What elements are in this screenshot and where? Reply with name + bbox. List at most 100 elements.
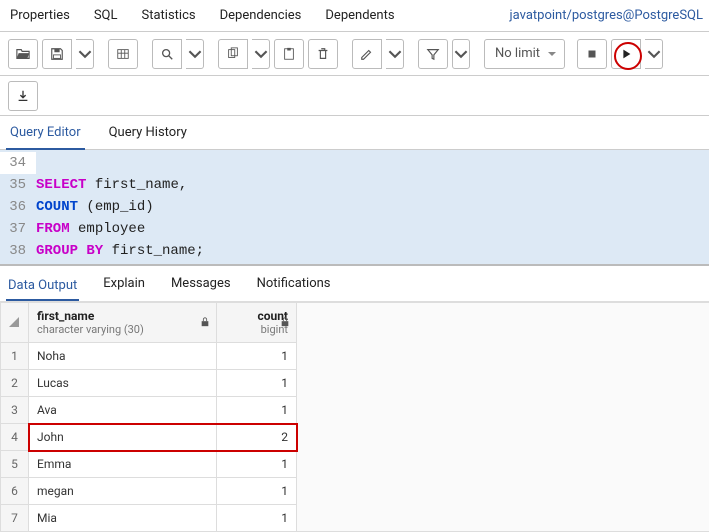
column-name: first_name (37, 309, 208, 323)
search-dropdown[interactable] (186, 39, 204, 69)
tab-messages[interactable]: Messages (169, 270, 233, 297)
tab-data-output[interactable]: Data Output (6, 272, 79, 301)
row-number: 7 (1, 505, 29, 532)
cell-count[interactable]: 1 (217, 397, 297, 424)
tab-dependencies[interactable]: Dependencies (216, 2, 306, 29)
table-row[interactable]: 4John2 (1, 424, 297, 451)
save-button[interactable] (42, 39, 72, 69)
line-number: 37 (0, 218, 36, 240)
row-number: 6 (1, 478, 29, 505)
tab-sql[interactable]: SQL (90, 2, 122, 29)
main-toolbar: No limit (0, 32, 709, 76)
cell-first-name[interactable]: Ava (29, 397, 217, 424)
table-row[interactable]: 7Mia1 (1, 505, 297, 532)
cell-first-name[interactable]: megan (29, 478, 217, 505)
chevron-down-icon (188, 47, 202, 61)
edit-dropdown[interactable] (386, 39, 404, 69)
grid-corner (1, 303, 29, 343)
pencil-icon (360, 47, 374, 61)
line-number: 34 (0, 152, 36, 174)
copy-button[interactable] (218, 39, 248, 69)
folder-open-icon (16, 47, 30, 61)
table-row[interactable]: 2Lucas1 (1, 370, 297, 397)
table-row[interactable]: 1Noha1 (1, 343, 297, 370)
tab-properties[interactable]: Properties (6, 2, 74, 29)
sql-editor[interactable]: 34 35SELECT first_name, 36COUNT (emp_id)… (0, 150, 709, 266)
search-icon (160, 47, 174, 61)
paste-icon (282, 47, 296, 61)
lock-icon (280, 316, 290, 330)
grid-icon (116, 47, 130, 61)
delete-button[interactable] (308, 39, 338, 69)
table-row[interactable]: 6megan1 (1, 478, 297, 505)
cell-count[interactable]: 1 (217, 451, 297, 478)
filter-dropdown[interactable] (452, 39, 470, 69)
limit-select[interactable]: No limit (484, 39, 565, 69)
results-grid: first_name character varying (30) count … (0, 302, 709, 532)
row-number: 4 (1, 424, 29, 451)
panel-tabs: Properties SQL Statistics Dependencies D… (0, 0, 709, 32)
column-name: count (225, 309, 288, 323)
column-header-count[interactable]: count bigint (217, 303, 297, 343)
cell-first-name[interactable]: John (29, 424, 217, 451)
chevron-down-icon (454, 47, 468, 61)
chevron-down-icon (647, 47, 661, 61)
column-type: character varying (30) (37, 323, 208, 336)
tab-explain[interactable]: Explain (101, 270, 147, 297)
execute-dropdown[interactable] (645, 39, 663, 69)
filter-button[interactable] (418, 39, 448, 69)
line-number: 38 (0, 240, 36, 262)
cell-first-name[interactable]: Noha (29, 343, 217, 370)
row-number: 1 (1, 343, 29, 370)
row-number: 5 (1, 451, 29, 478)
line-number: 35 (0, 174, 36, 196)
secondary-toolbar (0, 76, 709, 116)
cell-count[interactable]: 1 (217, 505, 297, 532)
connection-label: javatpoint/postgres@PostgreSQL (510, 8, 703, 23)
trash-icon (316, 47, 330, 61)
result-tabs: Data Output Explain Messages Notificatio… (0, 266, 709, 302)
tab-notifications[interactable]: Notifications (255, 270, 333, 297)
stop-icon (585, 47, 599, 61)
stop-button[interactable] (577, 39, 607, 69)
limit-label: No limit (495, 46, 540, 61)
cell-count[interactable]: 1 (217, 343, 297, 370)
cell-first-name[interactable]: Mia (29, 505, 217, 532)
play-icon (619, 47, 633, 61)
line-number: 36 (0, 196, 36, 218)
copy-icon (226, 47, 240, 61)
edit-button[interactable] (352, 39, 382, 69)
cell-count[interactable]: 2 (217, 424, 297, 451)
row-number: 2 (1, 370, 29, 397)
lock-icon (200, 316, 210, 330)
search-button[interactable] (152, 39, 182, 69)
chevron-down-icon (388, 47, 402, 61)
download-icon (16, 89, 30, 103)
open-file-button[interactable] (8, 39, 38, 69)
tab-statistics[interactable]: Statistics (138, 2, 200, 29)
save-icon (50, 47, 64, 61)
execute-button[interactable] (611, 39, 641, 69)
cell-count[interactable]: 1 (217, 478, 297, 505)
paste-button[interactable] (274, 39, 304, 69)
table-row[interactable]: 5Emma1 (1, 451, 297, 478)
row-number: 3 (1, 397, 29, 424)
cell-first-name[interactable]: Lucas (29, 370, 217, 397)
column-header-first-name[interactable]: first_name character varying (30) (29, 303, 217, 343)
cell-first-name[interactable]: Emma (29, 451, 217, 478)
editor-tabs: Query Editor Query History (0, 116, 709, 150)
tab-query-editor[interactable]: Query Editor (6, 117, 85, 150)
find-button[interactable] (108, 39, 138, 69)
copy-dropdown[interactable] (252, 39, 270, 69)
connection-tab[interactable]: javatpoint/postgres@PostgreSQL (506, 8, 703, 23)
tab-dependents[interactable]: Dependents (321, 2, 398, 29)
chevron-down-icon (254, 47, 268, 61)
chevron-down-icon (78, 47, 92, 61)
tab-query-history[interactable]: Query History (105, 117, 191, 148)
table-row[interactable]: 3Ava1 (1, 397, 297, 424)
filter-icon (426, 47, 440, 61)
cell-count[interactable]: 1 (217, 370, 297, 397)
save-dropdown[interactable] (76, 39, 94, 69)
download-button[interactable] (8, 81, 38, 111)
column-type: bigint (225, 323, 288, 336)
